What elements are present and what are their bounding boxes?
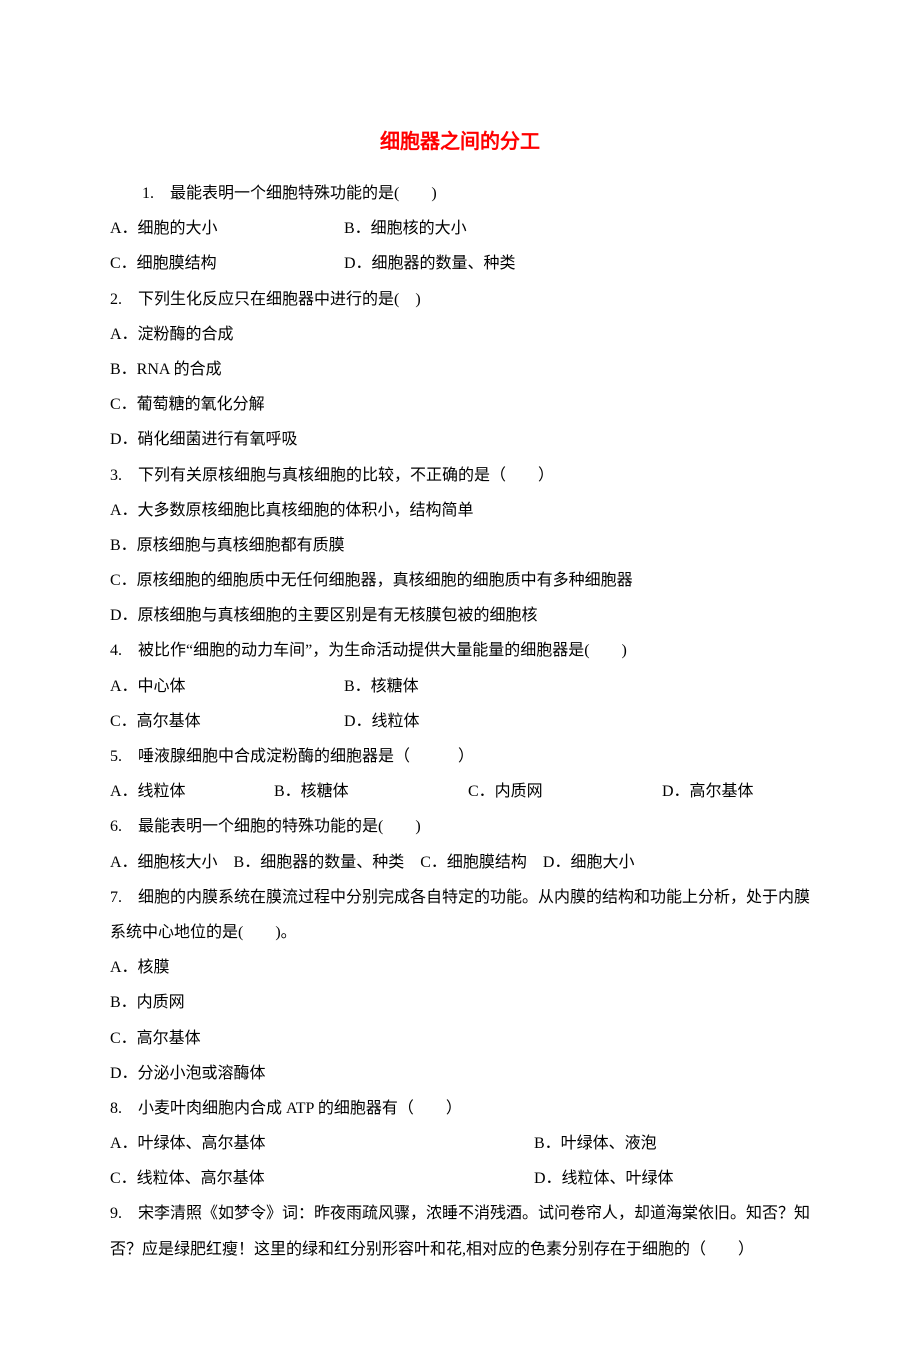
q7-option-c: C．高尔基体 <box>110 1021 810 1056</box>
q8-stem: 8. 小麦叶肉细胞内合成 ATP 的细胞器有（ ） <box>110 1091 810 1126</box>
q2-stem: 2. 下列生化反应只在细胞器中进行的是( ) <box>110 282 810 317</box>
q5-stem: 5. 唾液腺细胞中合成淀粉酶的细胞器是（ ） <box>110 739 810 774</box>
q3-option-c: C．原核细胞的细胞质中无任何细胞器，真核细胞的细胞质中有多种细胞器 <box>110 563 810 598</box>
document-page: 细胞器之间的分工 1. 最能表明一个细胞特殊功能的是( ) A．细胞的大小 B．… <box>0 0 920 1347</box>
q6-stem: 6. 最能表明一个细胞的特殊功能的是( ) <box>110 809 810 844</box>
q3-option-a: A．大多数原核细胞比真核细胞的体积小，结构简单 <box>110 493 810 528</box>
q9-stem: 9. 宋李清照《如梦令》词：昨夜雨疏风骤，浓睡不消残酒。试问卷帘人，却道海棠依旧… <box>110 1196 810 1266</box>
q4-option-a: A．中心体 <box>110 669 340 704</box>
q1-option-c: C．细胞膜结构 <box>110 246 340 281</box>
q2-option-d: D．硝化细菌进行有氧呼吸 <box>110 422 810 457</box>
q4-option-c: C．高尔基体 <box>110 704 340 739</box>
q7-option-d: D．分泌小泡或溶酶体 <box>110 1056 810 1091</box>
q4-option-d: D．线粒体 <box>344 704 420 739</box>
q3-option-d: D．原核细胞与真核细胞的主要区别是有无核膜包被的细胞核 <box>110 598 810 633</box>
q8-option-b: B．叶绿体、液泡 <box>534 1126 657 1161</box>
q1-stem: 1. 最能表明一个细胞特殊功能的是( ) <box>110 176 810 211</box>
q1-option-d: D．细胞器的数量、种类 <box>344 246 516 281</box>
q4-stem: 4. 被比作“细胞的动力车间”，为生命活动提供大量能量的细胞器是( ) <box>110 633 810 668</box>
q3-option-b: B．原核细胞与真核细胞都有质膜 <box>110 528 810 563</box>
q4-options-row2: C．高尔基体 D．线粒体 <box>110 704 810 739</box>
q2-option-c: C．葡萄糖的氧化分解 <box>110 387 810 422</box>
q7-option-a: A．核膜 <box>110 950 810 985</box>
q5-option-b: B．核糖体 <box>274 774 464 809</box>
q6-options: A．细胞核大小 B．细胞器的数量、种类 C．细胞膜结构 D．细胞大小 <box>110 845 810 880</box>
q8-option-d: D．线粒体、叶绿体 <box>534 1161 674 1196</box>
q8-option-a: A．叶绿体、高尔基体 <box>110 1126 530 1161</box>
q1-option-a: A．细胞的大小 <box>110 211 340 246</box>
q5-option-c: C．内质网 <box>468 774 658 809</box>
q1-options-row1: A．细胞的大小 B．细胞核的大小 <box>110 211 810 246</box>
q8-options-row1: A．叶绿体、高尔基体 B．叶绿体、液泡 <box>110 1126 810 1161</box>
page-title: 细胞器之间的分工 <box>110 120 810 164</box>
q2-option-b: B．RNA 的合成 <box>110 352 810 387</box>
q7-option-b: B．内质网 <box>110 985 810 1020</box>
q5-option-d: D．高尔基体 <box>662 774 754 809</box>
q1-option-b: B．细胞核的大小 <box>344 211 467 246</box>
q4-options-row1: A．中心体 B．核糖体 <box>110 669 810 704</box>
q8-options-row2: C．线粒体、高尔基体 D．线粒体、叶绿体 <box>110 1161 810 1196</box>
q5-option-a: A．线粒体 <box>110 774 270 809</box>
q1-options-row2: C．细胞膜结构 D．细胞器的数量、种类 <box>110 246 810 281</box>
q8-option-c: C．线粒体、高尔基体 <box>110 1161 530 1196</box>
q3-stem: 3. 下列有关原核细胞与真核细胞的比较，不正确的是（ ） <box>110 458 810 493</box>
q7-stem: 7. 细胞的内膜系统在膜流过程中分别完成各自特定的功能。从内膜的结构和功能上分析… <box>110 880 810 950</box>
q2-option-a: A．淀粉酶的合成 <box>110 317 810 352</box>
q4-option-b: B．核糖体 <box>344 669 419 704</box>
q5-options-row: A．线粒体 B．核糖体 C．内质网 D．高尔基体 <box>110 774 810 809</box>
